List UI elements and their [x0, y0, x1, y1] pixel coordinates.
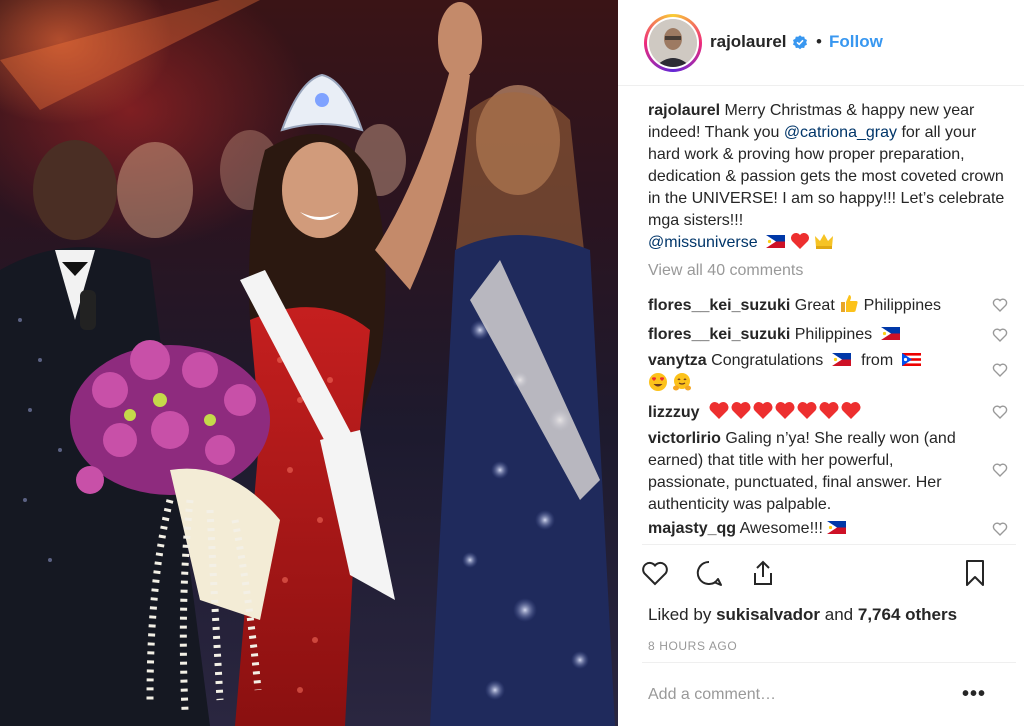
comment-username[interactable]: flores__kei_suzuki: [648, 326, 790, 343]
more-icon[interactable]: •••: [962, 684, 986, 704]
comment-username[interactable]: vanytza: [648, 352, 707, 369]
philippines-flag-icon: [831, 353, 851, 366]
hugging-emoji-icon: [673, 373, 692, 391]
heart-icon[interactable]: [640, 558, 670, 588]
like-comment-heart-icon[interactable]: [992, 362, 1008, 378]
comment-icon[interactable]: [694, 558, 724, 588]
comment-username[interactable]: flores__kei_suzuki: [648, 297, 790, 314]
like-comment-heart-icon[interactable]: [992, 462, 1008, 478]
comment-item: victorlirio Galing n’ya! She really won …: [648, 428, 1008, 516]
view-all-comments-link[interactable]: View all 40 comments: [648, 260, 1008, 282]
comment-item: majasty_qg Awesome!!!: [648, 518, 1008, 540]
likes-and: and: [824, 605, 854, 624]
likes-user-link[interactable]: sukisalvador: [716, 605, 820, 624]
like-comment-heart-icon[interactable]: [992, 327, 1008, 343]
comment-text: Congratulations: [711, 352, 824, 369]
mention-missuniverse[interactable]: @missuniverse: [648, 234, 758, 251]
verified-badge-icon: [793, 35, 807, 50]
comment-text: Awesome!!!: [739, 520, 823, 537]
mention-catriona-gray[interactable]: @catriona_gray: [784, 124, 897, 141]
red-heart-icon: [790, 233, 809, 249]
post-header: rajolaurel • Follow: [618, 0, 1024, 86]
likes-others-link[interactable]: 7,764 others: [858, 605, 957, 624]
add-comment-input[interactable]: Add a comment…: [648, 686, 776, 704]
post-timestamp[interactable]: 8 HOURS AGO: [648, 639, 737, 653]
comment-text: Philippines: [794, 326, 873, 343]
comment-username[interactable]: lizzzuy: [648, 404, 700, 421]
like-comment-heart-icon[interactable]: [992, 404, 1008, 420]
comment-item: vanytza Congratulations from: [648, 350, 1008, 396]
caption-username[interactable]: rajolaurel: [648, 102, 720, 119]
divider: [642, 662, 1016, 663]
comment-text: Great: [794, 297, 835, 314]
comment-item: lizzzuy: [648, 401, 1008, 424]
like-comment-heart-icon[interactable]: [992, 521, 1008, 537]
likes-prefix: Liked by: [648, 605, 712, 624]
photo-illustration: [0, 0, 615, 726]
comment-text: from: [861, 352, 894, 369]
thumbs-up-icon: [841, 295, 858, 312]
follow-button[interactable]: Follow: [829, 32, 883, 52]
post-sidebar: rajolaurel • Follow rajolaurel Merry Chr…: [618, 0, 1024, 726]
heart-eyes-emoji-icon: [649, 373, 667, 391]
likes-summary: Liked by sukisalvador and 7,764 others: [648, 605, 957, 625]
avatar-story-ring[interactable]: [644, 14, 702, 72]
share-icon[interactable]: [748, 558, 778, 588]
comment-text: Philippines: [863, 297, 942, 314]
philippines-flag-icon: [826, 521, 846, 534]
comments-section: rajolaurel Merry Christmas & happy new y…: [648, 100, 1008, 540]
philippines-flag-icon: [880, 327, 900, 340]
avatar: [649, 19, 697, 67]
crown-icon: [814, 234, 833, 249]
separator-dot: •: [816, 32, 822, 51]
comment-item: flores__kei_suzuki Philippines: [648, 324, 1008, 346]
philippines-flag-icon: [766, 235, 786, 248]
puerto-rico-flag-icon: [901, 353, 921, 366]
divider: [642, 544, 1016, 545]
like-comment-heart-icon[interactable]: [992, 297, 1008, 313]
post-photo[interactable]: [0, 0, 618, 726]
bookmark-icon[interactable]: [960, 558, 990, 588]
comment-username[interactable]: victorlirio: [648, 430, 721, 447]
post-author-username[interactable]: rajolaurel: [710, 32, 787, 52]
post-caption: rajolaurel Merry Christmas & happy new y…: [648, 100, 1008, 254]
comment-username[interactable]: majasty_qg: [648, 520, 736, 537]
comment-item: flores__kei_suzuki Great Philippines: [648, 294, 1008, 317]
red-hearts-emoji-row: [708, 402, 862, 421]
